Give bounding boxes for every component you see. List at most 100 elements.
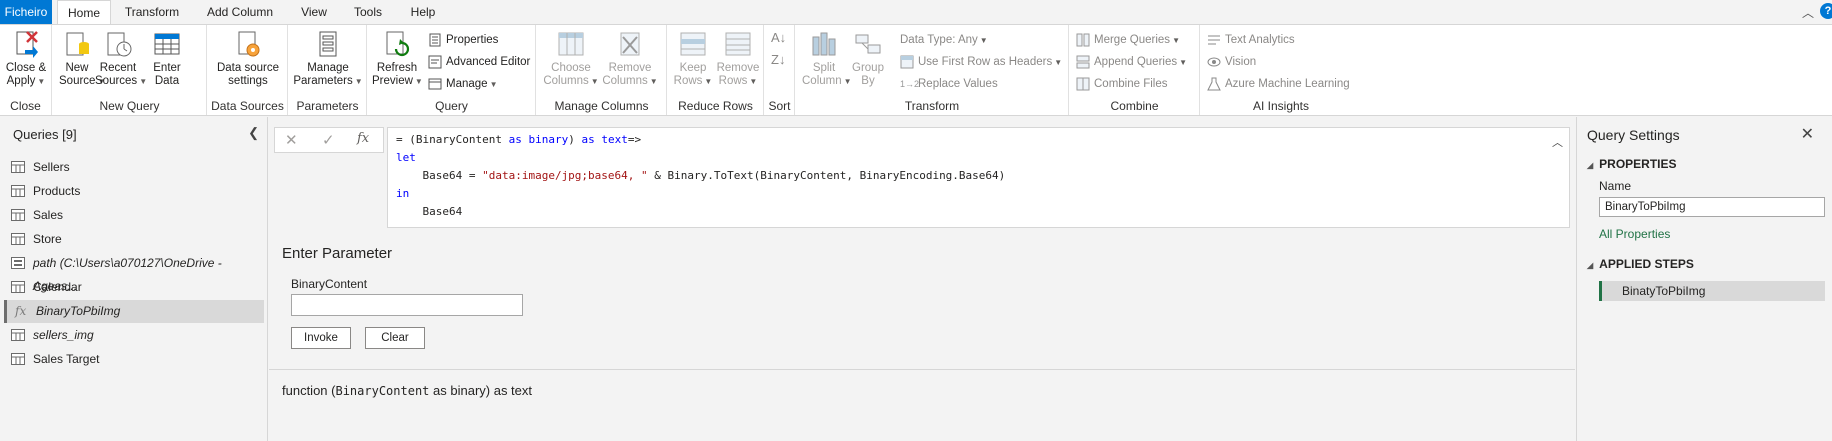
query-item-products[interactable]: Products (4, 180, 264, 203)
merge-icon (1076, 33, 1090, 47)
tab-home[interactable]: Home (57, 0, 111, 25)
sort-descending-icon[interactable]: Z↓ (771, 51, 785, 69)
azure-ml-button[interactable]: Azure Machine Learning (1207, 75, 1350, 93)
enter-data-button[interactable]: Enter Data (147, 29, 187, 88)
query-name-field[interactable]: BinaryToPbiImg (1599, 197, 1825, 217)
remove-columns-button[interactable]: Remove Columns ▼ (601, 29, 659, 88)
collapse-triangle-icon: ◢ (1587, 161, 1594, 170)
fx-icon[interactable]: fx (357, 131, 369, 146)
refresh-icon (386, 31, 410, 57)
append-queries-button[interactable]: Append Queries ▼ (1076, 53, 1187, 71)
tab-help[interactable]: Help (402, 0, 444, 24)
binary-content-input[interactable] (291, 294, 523, 316)
data-type-dropdown[interactable]: Data Type: Any ▼ (900, 31, 988, 49)
refresh-preview-button[interactable]: Refresh Preview ▼ (372, 29, 423, 88)
group-label-manage-columns: Manage Columns (554, 99, 649, 113)
group-sort: A↓ Z↓ Sort (765, 25, 795, 115)
vision-button[interactable]: Vision (1207, 53, 1256, 71)
formula-line-1: = (BinaryContent as binary) as text=> (396, 133, 642, 146)
use-first-row-as-headers-button[interactable]: Use First Row as Headers ▼ (900, 53, 1062, 71)
formula-editor[interactable]: = (BinaryContent as binary) as text=> le… (387, 127, 1570, 228)
group-label-data-sources: Data Sources (211, 99, 284, 113)
tab-add-column[interactable]: Add Column (196, 0, 284, 24)
group-label-query: Query (435, 99, 468, 113)
parameter-label: BinaryContent (291, 277, 368, 291)
queries-header: Queries [9] (13, 127, 77, 142)
tab-transform[interactable]: Transform (118, 0, 186, 24)
data-source-settings-button[interactable]: Data source settings (212, 29, 284, 88)
data-source-settings-icon (238, 31, 260, 57)
formula-line-3: Base64 = "data:image/jpg;base64, " & Bin… (396, 169, 1006, 182)
merge-queries-button[interactable]: Merge Queries ▼ (1076, 31, 1180, 49)
replace-values-icon: 1→2 (900, 79, 920, 89)
close-icon[interactable]: ✕ (1801, 124, 1814, 144)
group-manage-columns: Choose Columns ▼ Remove Columns ▼ Manage C… (537, 25, 667, 115)
collapse-ribbon-icon[interactable]: ︿ (1802, 4, 1814, 21)
keep-rows-button[interactable]: Keep Rows ▼ (672, 29, 714, 88)
table-icon (11, 233, 25, 245)
split-column-button[interactable]: Split Column ▼ (802, 29, 852, 88)
query-item-sellers-img[interactable]: sellers_img (4, 324, 264, 347)
group-by-icon (855, 34, 881, 54)
query-item-sales-target[interactable]: Sales Target (4, 348, 264, 371)
query-item-store[interactable]: Store (4, 228, 264, 251)
combine-files-button[interactable]: Combine Files (1076, 75, 1168, 93)
query-item-path[interactable]: path (C:\Users\a070127\OneDrive - Ageas.… (4, 252, 264, 293)
commit-formula-icon[interactable]: ✓ (322, 131, 335, 149)
text-analytics-button[interactable]: Text Analytics (1207, 31, 1295, 49)
group-reduce-rows: Keep Rows ▼ Remove Rows ▼ Reduce Rows (668, 25, 764, 115)
group-label-parameters: Parameters (296, 99, 359, 113)
group-label-sort: Sort (768, 99, 791, 113)
collapse-pane-icon[interactable]: ❮ (248, 125, 259, 141)
table-icon (11, 185, 25, 197)
query-item-sellers[interactable]: Sellers (4, 156, 264, 179)
advanced-editor-button[interactable]: Advanced Editor (428, 53, 530, 71)
tab-file[interactable]: Ficheiro (0, 0, 52, 24)
properties-section-header[interactable]: ◢ PROPERTIES (1587, 157, 1677, 171)
recent-sources-button[interactable]: Recent Sources ▼ (95, 29, 147, 88)
manage-parameters-button[interactable]: Manage Parameters ▼ (293, 29, 363, 88)
function-icon: fx (15, 304, 27, 318)
group-query: Refresh Preview ▼ Properties Advanced Edi… (368, 25, 536, 115)
advanced-editor-icon (428, 55, 442, 69)
table-icon (11, 329, 25, 341)
cancel-formula-icon[interactable]: ✕ (285, 131, 298, 149)
query-item-calendar[interactable]: Calendar (4, 276, 264, 299)
group-label-ai-insights: AI Insights (1252, 99, 1310, 113)
clear-button[interactable]: Clear (365, 327, 425, 349)
ribbon: Close & Apply ▼ Close New Source ▼ Recent … (0, 24, 1832, 116)
help-icon[interactable]: ? (1820, 3, 1832, 19)
collapse-formula-icon[interactable]: ︿ (1552, 134, 1563, 150)
tab-view[interactable]: View (296, 0, 332, 24)
formula-line-2: let (396, 151, 416, 164)
properties-button[interactable]: Properties (428, 31, 498, 49)
all-properties-link[interactable]: All Properties (1599, 227, 1670, 241)
applied-step-item[interactable]: BinatyToPbiImg (1599, 281, 1825, 301)
split-column-icon (812, 32, 836, 56)
table-icon (11, 161, 25, 173)
query-item-sales[interactable]: Sales (4, 204, 264, 227)
applied-steps-section-header[interactable]: ◢ APPLIED STEPS (1587, 257, 1694, 271)
group-by-button[interactable]: Group By (850, 29, 886, 88)
query-item-binarytopbiimg[interactable]: fx BinaryToPbiImg (4, 300, 264, 323)
recent-sources-icon (107, 32, 132, 57)
tab-tools[interactable]: Tools (346, 0, 390, 24)
replace-values-button[interactable]: 1→2 Replace Values (900, 75, 998, 93)
close-apply-button[interactable]: Close & Apply ▼ (4, 29, 48, 88)
close-apply-icon (16, 31, 38, 58)
sort-ascending-icon[interactable]: A↓ (771, 29, 786, 47)
group-label-new-query: New Query (99, 99, 160, 113)
divider (269, 369, 1575, 370)
group-combine: Merge Queries ▼ Append Queries ▼ Combine F… (1070, 25, 1200, 115)
manage-query-button[interactable]: Manage ▼ (428, 75, 497, 93)
enter-parameter-title: Enter Parameter (282, 245, 393, 262)
text-analytics-icon (1208, 35, 1220, 45)
choose-columns-button[interactable]: Choose Columns ▼ (543, 29, 599, 88)
group-new-query: New Source ▼ Recent Sources ▼ Enter Data… (53, 25, 207, 115)
new-source-button[interactable]: New Source ▼ (59, 29, 105, 88)
remove-rows-button[interactable]: Remove Rows ▼ (716, 29, 760, 88)
group-label-transform: Transform (904, 99, 960, 113)
collapse-triangle-icon: ◢ (1587, 261, 1594, 270)
invoke-button[interactable]: Invoke (291, 327, 351, 349)
choose-columns-icon (558, 32, 584, 56)
